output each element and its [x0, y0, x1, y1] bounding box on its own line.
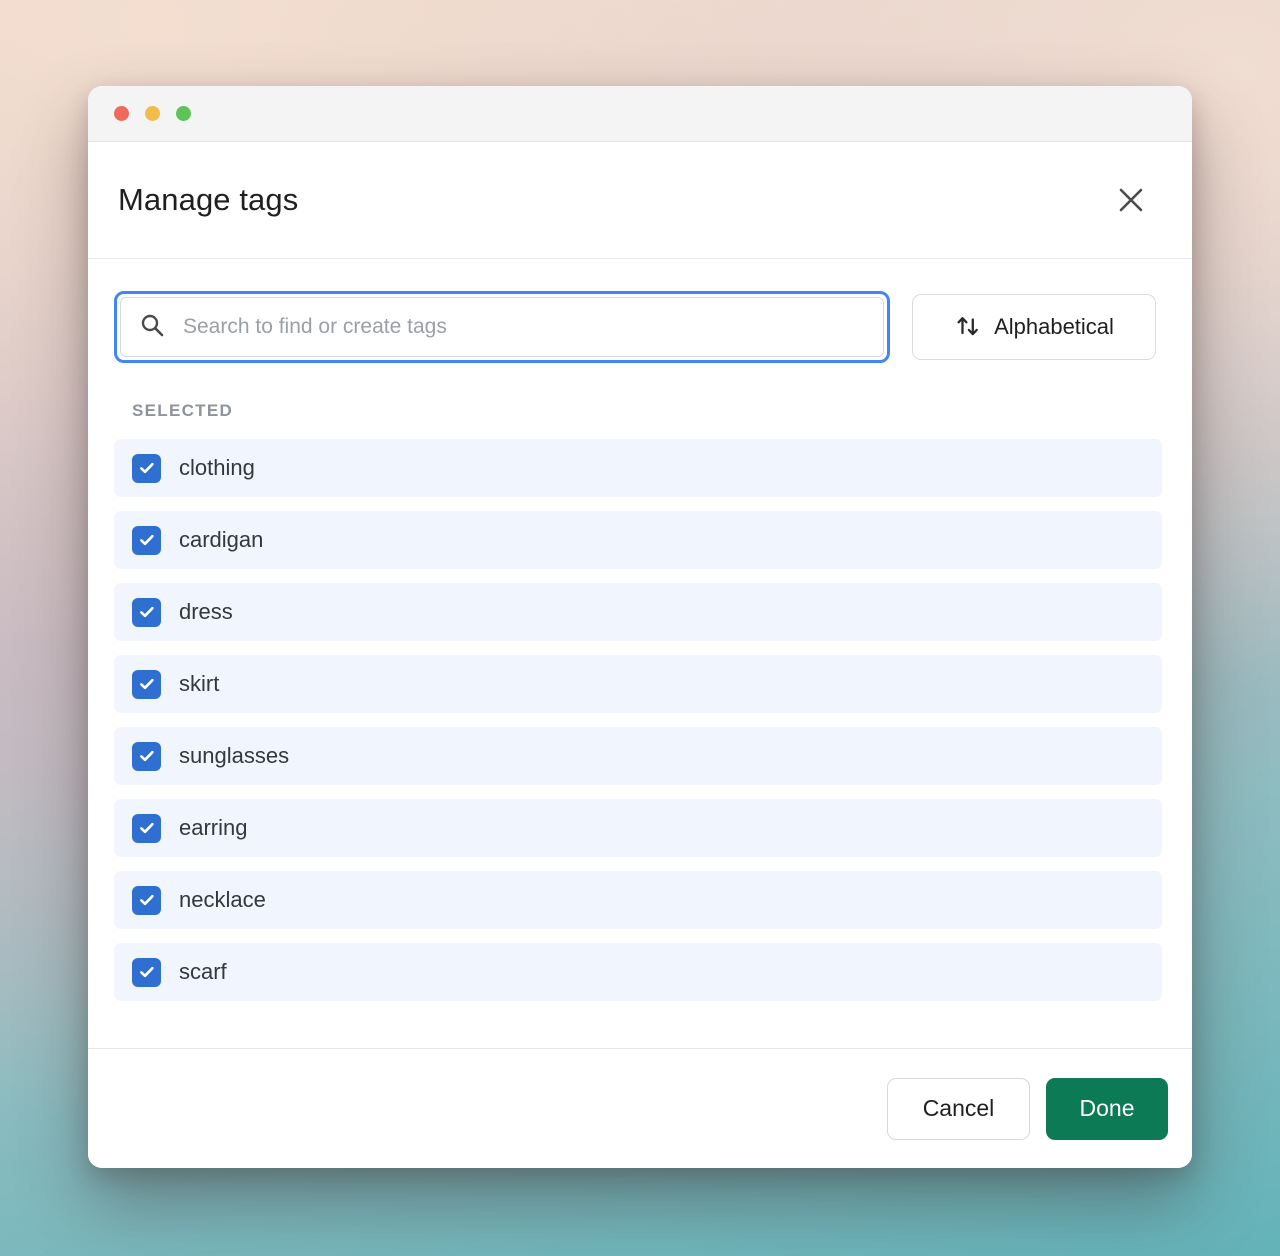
close-icon: [1114, 183, 1148, 217]
tag-checkbox[interactable]: [132, 885, 161, 915]
list-item[interactable]: necklace: [114, 871, 1162, 929]
window-maximize-button[interactable]: [176, 106, 191, 121]
tag-checkbox[interactable]: [132, 453, 161, 483]
list-bottom-fade: [88, 1028, 1192, 1048]
search-input[interactable]: [181, 314, 865, 340]
cancel-button[interactable]: Cancel: [887, 1077, 1030, 1140]
tag-label: scarf: [179, 959, 227, 984]
tag-checkbox[interactable]: [132, 669, 161, 699]
window-close-button[interactable]: [114, 106, 129, 121]
search-field-wrapper[interactable]: [114, 291, 890, 363]
tag-checkbox[interactable]: [132, 525, 161, 555]
tag-label: sunglasses: [179, 743, 290, 768]
tag-checkbox[interactable]: [132, 597, 161, 627]
list-item[interactable]: skirt: [114, 655, 1162, 713]
tag-label: necklace: [179, 887, 266, 912]
tag-label: dress: [179, 599, 233, 624]
tag-checkbox[interactable]: [132, 741, 161, 771]
window-minimize-button[interactable]: [145, 106, 160, 121]
list-item[interactable]: cardigan: [114, 511, 1162, 569]
list-item[interactable]: sunglasses: [114, 727, 1162, 785]
sort-order-button[interactable]: Alphabetical: [912, 294, 1156, 360]
list-item[interactable]: scarf: [114, 943, 1162, 1001]
sort-order-label: Alphabetical: [994, 314, 1114, 339]
list-item[interactable]: earring: [114, 799, 1162, 857]
search-toolbar: Alphabetical: [88, 259, 1192, 363]
search-icon: [139, 312, 165, 343]
tag-checkbox[interactable]: [132, 813, 161, 843]
dialog-header: Manage tags: [88, 142, 1192, 259]
tag-label: skirt: [179, 671, 220, 696]
window-titlebar: [88, 86, 1192, 142]
sort-arrows-icon: [954, 312, 982, 343]
done-button[interactable]: Done: [1046, 1077, 1168, 1140]
tag-label: earring: [179, 815, 248, 840]
tag-checkbox[interactable]: [132, 957, 161, 987]
dialog-footer: Cancel Done: [88, 1048, 1192, 1168]
page-title: Manage tags: [118, 182, 299, 217]
tag-label: cardigan: [179, 527, 264, 552]
section-header-selected: SELECTED: [132, 401, 234, 420]
traffic-light-buttons: [114, 106, 191, 121]
tag-label: clothing: [179, 455, 255, 480]
app-window: Manage tags Search to find or create tag…: [88, 86, 1192, 1168]
list-item[interactable]: clothing: [114, 439, 1162, 497]
list-item[interactable]: dress: [114, 583, 1162, 641]
tag-list: clothing cardigan dress skirt sunglasses…: [114, 439, 1162, 1001]
tag-list-scroll-area[interactable]: SELECTED clothing cardigan dress skirt s…: [88, 363, 1192, 1048]
close-dialog-button[interactable]: [1108, 177, 1154, 223]
